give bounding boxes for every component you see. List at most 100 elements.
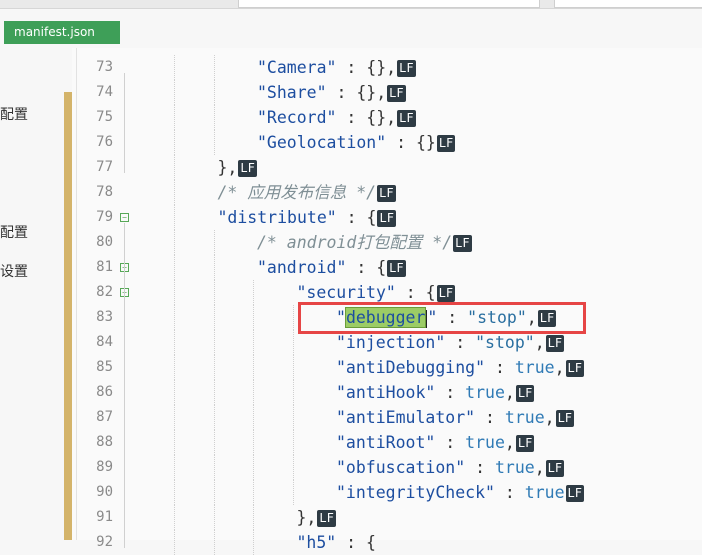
code-line[interactable]: "android" : {LF — [257, 255, 406, 280]
code-line[interactable]: "antiDebugging" : true, LF — [336, 355, 584, 380]
highlight-annotation-box — [298, 302, 586, 334]
indent-guide — [213, 530, 215, 555]
line-ending-badge: LF — [436, 135, 456, 152]
indent-guide — [174, 55, 175, 80]
indent-guide — [213, 480, 215, 505]
indent-guide — [174, 380, 175, 405]
line-number: 90 — [96, 484, 113, 500]
indent-guide — [174, 430, 175, 455]
code-line[interactable]: "Share" : {}, LF — [257, 80, 406, 105]
fold-range-line — [124, 73, 125, 173]
indent-guide — [174, 255, 175, 280]
indent-guide — [213, 280, 215, 305]
indent-guide — [253, 330, 254, 355]
indent-guide — [253, 505, 254, 530]
sidebar-label-3[interactable]: 设置 — [0, 261, 28, 281]
line-ending-badge: LF — [317, 510, 336, 527]
indent-guide — [253, 455, 254, 480]
indent-guide — [292, 405, 294, 430]
fold-range-line — [124, 298, 125, 523]
top-toolbar — [0, 0, 702, 9]
code-line[interactable]: "Geolocation" : {} LF — [257, 130, 456, 155]
code-line[interactable]: }, LF — [297, 505, 336, 530]
toolbar-input-right[interactable] — [554, 0, 702, 8]
line-number: 85 — [96, 359, 113, 375]
indent-guide — [174, 180, 175, 205]
toolbar-input-left[interactable] — [238, 0, 540, 8]
line-ending-badge: LF — [387, 260, 406, 277]
code-line[interactable]: "Record" : {}, LF — [257, 105, 416, 130]
line-number: 83 — [96, 309, 113, 325]
indent-guide — [213, 55, 215, 80]
indent-guide — [213, 80, 215, 105]
indent-guide — [213, 380, 215, 405]
line-ending-badge: LF — [397, 110, 416, 127]
line-number: 81 — [96, 259, 113, 275]
sidebar: 配置 配置 设置 — [0, 48, 62, 540]
code-line[interactable]: "distribute" : {LF — [218, 205, 396, 230]
indent-guide — [253, 280, 254, 305]
line-number: 78 — [96, 184, 113, 200]
indent-guide — [174, 130, 175, 155]
indent-guide — [253, 305, 254, 330]
tab-manifest-json[interactable]: manifest.json — [4, 21, 120, 44]
indent-guide — [174, 455, 175, 480]
indent-guide — [253, 530, 254, 555]
line-ending-badge: LF — [545, 460, 565, 477]
code-line[interactable]: /* android打包配置 */LF — [257, 230, 472, 255]
code-line[interactable]: "antiHook" : true, LF — [336, 380, 535, 405]
indent-guide — [174, 155, 175, 180]
code-line[interactable]: "integrityCheck" : true LF — [336, 480, 584, 505]
scroll-marker-bar — [64, 92, 72, 540]
indent-guide — [213, 105, 215, 130]
line-number: 79 — [96, 209, 113, 225]
indent-guide — [174, 480, 175, 505]
line-ending-badge: LF — [545, 335, 565, 352]
indent-guide — [292, 355, 294, 380]
line-ending-badge: LF — [515, 435, 535, 452]
indent-guide — [292, 305, 294, 330]
line-number: 77 — [96, 159, 113, 175]
code-line[interactable]: "h5" : { — [297, 530, 377, 555]
indent-guide — [253, 355, 254, 380]
sidebar-label-2[interactable]: 配置 — [0, 222, 28, 242]
line-number: 87 — [96, 409, 113, 425]
indent-guide — [174, 330, 175, 355]
line-number: 75 — [96, 109, 113, 125]
sidebar-label-1[interactable]: 配置 — [0, 104, 28, 124]
line-ending-badge: LF — [377, 210, 396, 227]
indent-guide — [174, 230, 175, 255]
indent-guide — [292, 480, 294, 505]
indent-guide — [213, 430, 215, 455]
indent-guide — [292, 330, 294, 355]
code-line[interactable]: }, LF — [218, 155, 257, 180]
code-line[interactable]: /* 应用发布信息 */LF — [218, 180, 396, 205]
indent-guide — [213, 255, 215, 280]
fold-toggle-icon[interactable]: − — [120, 213, 129, 222]
line-number: 88 — [96, 434, 113, 450]
line-ending-badge: LF — [453, 235, 472, 252]
indent-guide — [174, 280, 175, 305]
indent-guide — [174, 405, 175, 430]
line-number: 80 — [96, 234, 113, 250]
indent-guide — [292, 380, 294, 405]
line-ending-badge: LF — [238, 160, 257, 177]
code-line[interactable]: "Camera" : {}, LF — [257, 55, 416, 80]
code-line[interactable]: "antiEmulator" : true, LF — [336, 405, 575, 430]
line-ending-badge: LF — [555, 410, 575, 427]
indent-guide — [213, 230, 215, 255]
indent-guide — [213, 505, 215, 530]
indent-guide — [213, 130, 215, 155]
indent-guide — [174, 355, 175, 380]
line-ending-badge: LF — [397, 60, 416, 77]
indent-guide — [174, 205, 175, 230]
code-line[interactable]: "antiRoot" : true, LF — [336, 430, 535, 455]
line-number: 76 — [96, 134, 113, 150]
indent-guide — [213, 355, 215, 380]
line-number: 74 — [96, 84, 113, 100]
indent-guide — [174, 80, 175, 105]
code-line[interactable]: "obfuscation" : true, LF — [336, 455, 565, 480]
indent-guide — [213, 305, 215, 330]
line-ending-badge: LF — [377, 185, 396, 202]
indent-guide — [213, 455, 215, 480]
